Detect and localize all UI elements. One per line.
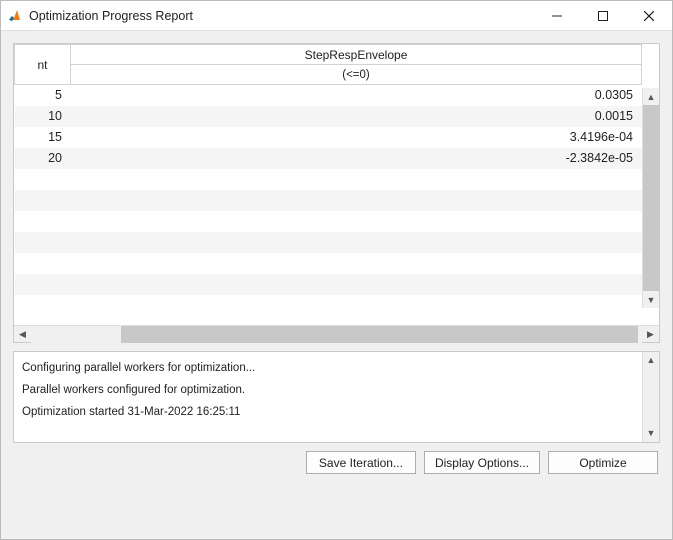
scroll-down-icon[interactable]: ▼ xyxy=(643,291,659,308)
table-row: 5 0.0305 xyxy=(15,85,642,106)
col-header-iter: nt xyxy=(15,45,71,85)
cell-val: 0.0015 xyxy=(71,106,642,127)
table-row: 15 3.4196e-04 xyxy=(15,127,642,148)
cell-val: -2.3842e-05 xyxy=(71,148,642,169)
button-row: Save Iteration... Display Options... Opt… xyxy=(13,451,660,478)
table-viewport: nt StepRespEnvelope (<=0) 5 0.0305 xyxy=(14,44,659,325)
log-line: Parallel workers configured for optimiza… xyxy=(22,380,637,402)
window-title: Optimization Progress Report xyxy=(29,9,534,23)
scroll-down-icon[interactable]: ▼ xyxy=(643,425,659,442)
scroll-thumb[interactable] xyxy=(643,105,659,291)
col-subheader-envelope: (<=0) xyxy=(71,65,642,85)
content-area: nt StepRespEnvelope (<=0) 5 0.0305 xyxy=(1,31,672,539)
minimize-button[interactable] xyxy=(534,1,580,31)
scroll-track[interactable] xyxy=(643,369,659,425)
col-header-envelope: StepRespEnvelope xyxy=(71,45,642,65)
scroll-up-icon[interactable]: ▲ xyxy=(643,352,659,369)
table-row xyxy=(15,169,642,190)
close-button[interactable] xyxy=(626,1,672,31)
table-row: 10 0.0015 xyxy=(15,106,642,127)
log-panel: Configuring parallel workers for optimiz… xyxy=(13,351,660,443)
cell-iter: 5 xyxy=(15,85,71,106)
log-line: Configuring parallel workers for optimiz… xyxy=(22,358,637,380)
scroll-track[interactable] xyxy=(31,326,642,343)
results-table-panel: nt StepRespEnvelope (<=0) 5 0.0305 xyxy=(13,43,660,343)
scroll-left-icon[interactable]: ◀ xyxy=(14,326,31,343)
scroll-thumb[interactable] xyxy=(121,326,638,343)
minimize-icon xyxy=(552,11,562,21)
cell-val: 0.0305 xyxy=(71,85,642,106)
results-table: nt StepRespEnvelope (<=0) 5 0.0305 xyxy=(14,44,642,316)
titlebar: Optimization Progress Report xyxy=(1,1,672,31)
app-window: Optimization Progress Report nt StepResp… xyxy=(0,0,673,540)
log-line: Optimization started 31-Mar-2022 16:25:1… xyxy=(22,402,637,424)
table-row: 20 -2.3842e-05 xyxy=(15,148,642,169)
cell-val: 3.4196e-04 xyxy=(71,127,642,148)
close-icon xyxy=(644,11,654,21)
scroll-up-icon[interactable]: ▲ xyxy=(643,88,659,105)
table-row xyxy=(15,190,642,211)
cell-iter: 10 xyxy=(15,106,71,127)
matlab-icon xyxy=(7,8,23,24)
maximize-icon xyxy=(598,11,608,21)
table-row xyxy=(15,274,642,295)
log-vertical-scrollbar[interactable]: ▲ ▼ xyxy=(642,352,659,442)
maximize-button[interactable] xyxy=(580,1,626,31)
horizontal-scrollbar[interactable]: ◀ ▶ xyxy=(14,325,659,342)
save-iteration-button[interactable]: Save Iteration... xyxy=(306,451,416,474)
table-row xyxy=(15,211,642,232)
table-row xyxy=(15,232,642,253)
display-options-button[interactable]: Display Options... xyxy=(424,451,540,474)
cell-iter: 15 xyxy=(15,127,71,148)
optimize-button[interactable]: Optimize xyxy=(548,451,658,474)
table-row xyxy=(15,253,642,274)
vertical-scrollbar[interactable]: ▲ ▼ xyxy=(642,88,659,308)
scroll-right-icon[interactable]: ▶ xyxy=(642,326,659,343)
cell-iter: 20 xyxy=(15,148,71,169)
table-row xyxy=(15,295,642,316)
